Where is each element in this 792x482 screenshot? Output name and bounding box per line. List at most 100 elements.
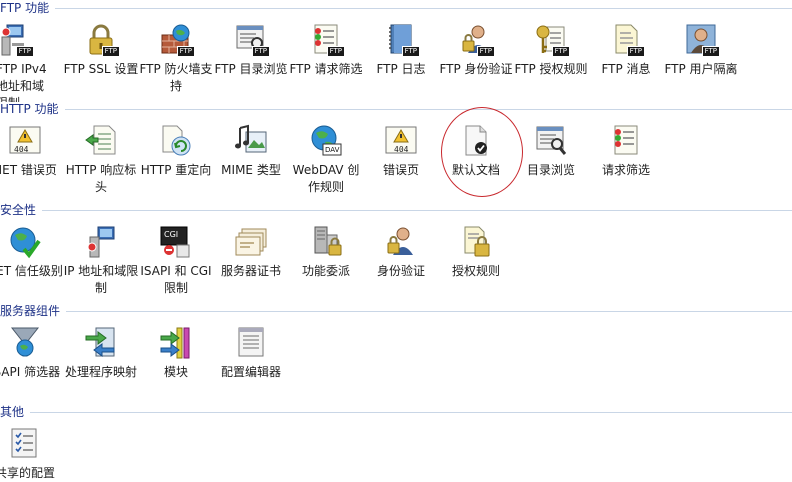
ftp-badge: FTP (176, 46, 195, 57)
response-header-icon (84, 124, 118, 158)
feature-label: 功能委派 (301, 264, 350, 278)
feature-authentication[interactable]: 身份验证 (362, 225, 440, 280)
section-divider (30, 412, 792, 413)
ftp-badge: FTP (551, 46, 570, 57)
feature-label: FTP SSL 设置 (63, 62, 139, 76)
ftp-badge: FTP (251, 46, 270, 57)
feature-net-error-pages[interactable]: 404 NET 错误页 (0, 124, 64, 179)
dav-badge: DAV (325, 146, 340, 154)
ip-restrict-icon (84, 225, 118, 259)
feature-label: 身份验证 (376, 264, 425, 278)
request-filter-icon: FTP (309, 23, 345, 57)
feature-server-certificates[interactable]: 服务器证书 (212, 225, 290, 280)
cgi-text: CGI (164, 230, 179, 239)
feature-directory-browse[interactable]: 目录浏览 (512, 124, 590, 179)
feature-ftp-user-isolation[interactable]: FTP FTP 用户隔离 (662, 23, 740, 78)
auth-user-lock-icon: FTP (459, 23, 495, 57)
feature-label: FTP 授权规则 (514, 62, 588, 76)
section-divider (42, 210, 792, 211)
feature-label: 配置编辑器 (220, 365, 281, 379)
feature-label: ISAPI 和 CGI 限制 (140, 264, 212, 295)
feature-ftp-authentication[interactable]: FTP FTP 身份验证 (437, 23, 515, 78)
feature-label: 模块 (163, 365, 188, 379)
section-divider (64, 109, 792, 110)
feature-label: IP 地址和域限制 (63, 264, 139, 295)
feature-label: FTP 请求筛选 (289, 62, 363, 76)
ftp-badge: FTP (101, 46, 120, 57)
feature-label: 目录浏览 (526, 163, 575, 177)
ftp-badge: FTP (15, 46, 34, 57)
certificate-icon (234, 225, 268, 259)
trust-globe-check-icon (8, 225, 42, 259)
error-code-text: 404 (394, 145, 409, 154)
feature-ftp-ipv4-restrict[interactable]: FTP FTP IPv4 地址和域限制 (0, 23, 54, 112)
directory-browse-icon: FTP (234, 23, 270, 57)
section-header-security: 安全性 (0, 203, 792, 217)
key-rule-icon: FTP (534, 23, 570, 57)
section-header-ftp: FTP 功能 (0, 1, 792, 15)
feature-label: ISAPI 筛选器 (0, 365, 61, 379)
feature-ftp-log[interactable]: FTP FTP 日志 (362, 23, 440, 78)
handler-mapping-icon (84, 326, 118, 360)
feature-delegation-icon (309, 225, 343, 259)
feature-isapi-filters[interactable]: ISAPI 筛选器 (0, 326, 64, 381)
user-isolation-icon: FTP (684, 23, 720, 57)
feature-label: 错误页 (382, 163, 419, 177)
feature-feature-delegation[interactable]: 功能委派 (287, 225, 365, 280)
auth-user-lock-icon (384, 225, 418, 259)
feature-modules[interactable]: 模块 (137, 326, 215, 381)
feature-label: HTTP 重定向 (140, 163, 212, 177)
feature-label: 共享的配置 (0, 466, 55, 480)
feature-configuration-editor[interactable]: 配置编辑器 (212, 326, 290, 381)
feature-handler-mappings[interactable]: 处理程序映射 (62, 326, 140, 381)
error-404-icon: 404 (8, 124, 42, 158)
feature-label: 服务器证书 (220, 264, 281, 278)
feature-label: FTP 用户隔离 (664, 62, 738, 76)
default-document-icon (459, 124, 493, 158)
feature-mime-types[interactable]: MIME 类型 (212, 124, 290, 179)
feature-label: 请求筛选 (601, 163, 650, 177)
feature-label: MIME 类型 (221, 163, 281, 177)
feature-ftp-request-filter[interactable]: FTP FTP 请求筛选 (287, 23, 365, 78)
feature-label: 处理程序映射 (64, 365, 137, 379)
feature-request-filtering[interactable]: 请求筛选 (587, 124, 665, 179)
feature-ftp-firewall[interactable]: FTP FTP 防火墙支持 (137, 23, 215, 95)
feature-net-trust-levels[interactable]: NET 信任级别 (0, 225, 64, 280)
message-doc-icon: FTP (609, 23, 645, 57)
webdav-globe-icon: DAV (309, 124, 343, 158)
ftp-badge: FTP (701, 46, 720, 57)
feature-label: FTP 消息 (601, 62, 651, 76)
section-header-other: 其他 (0, 405, 792, 419)
config-editor-icon (234, 326, 268, 360)
section-title: 安全性 (0, 203, 43, 217)
directory-browse-icon (534, 124, 568, 158)
feature-http-response-headers[interactable]: HTTP 响应标头 (62, 124, 140, 196)
feature-authorization-rules[interactable]: 授权规则 (437, 225, 515, 280)
feature-ip-domain-restrictions[interactable]: IP 地址和域限制 (62, 225, 140, 297)
feature-error-pages[interactable]: 404 错误页 (362, 124, 440, 179)
log-book-icon: FTP (384, 23, 420, 57)
mime-types-icon (234, 124, 268, 158)
redirect-icon (159, 124, 193, 158)
feature-http-redirect[interactable]: HTTP 重定向 (137, 124, 215, 179)
ip-restrict-icon: FTP (0, 23, 34, 57)
feature-webdav-authoring-rules[interactable]: DAV WebDAV 创作规则 (287, 124, 365, 196)
feature-ftp-directory-browse[interactable]: FTP FTP 目录浏览 (212, 23, 290, 78)
feature-ftp-authorization[interactable]: FTP FTP 授权规则 (512, 23, 590, 78)
shared-config-icon (8, 427, 42, 461)
firewall-icon: FTP (159, 23, 195, 57)
feature-ftp-ssl[interactable]: FTP FTP SSL 设置 (62, 23, 140, 78)
isapi-filter-icon (8, 326, 42, 360)
feature-label: HTTP 响应标头 (65, 163, 137, 194)
feature-label: NET 信任级别 (0, 264, 63, 278)
feature-isapi-cgi-restrictions[interactable]: CGI ISAPI 和 CGI 限制 (137, 225, 215, 297)
feature-label: WebDAV 创作规则 (292, 163, 360, 194)
section-title: 其他 (0, 405, 31, 419)
auth-rules-lock-icon (459, 225, 493, 259)
feature-default-document[interactable]: 默认文档 (437, 124, 515, 179)
section-divider (55, 8, 792, 9)
feature-shared-configuration[interactable]: 共享的配置 (0, 427, 64, 482)
feature-ftp-message[interactable]: FTP FTP 消息 (587, 23, 665, 78)
cgi-restrict-icon: CGI (159, 225, 193, 259)
feature-label: 默认文档 (451, 163, 500, 177)
